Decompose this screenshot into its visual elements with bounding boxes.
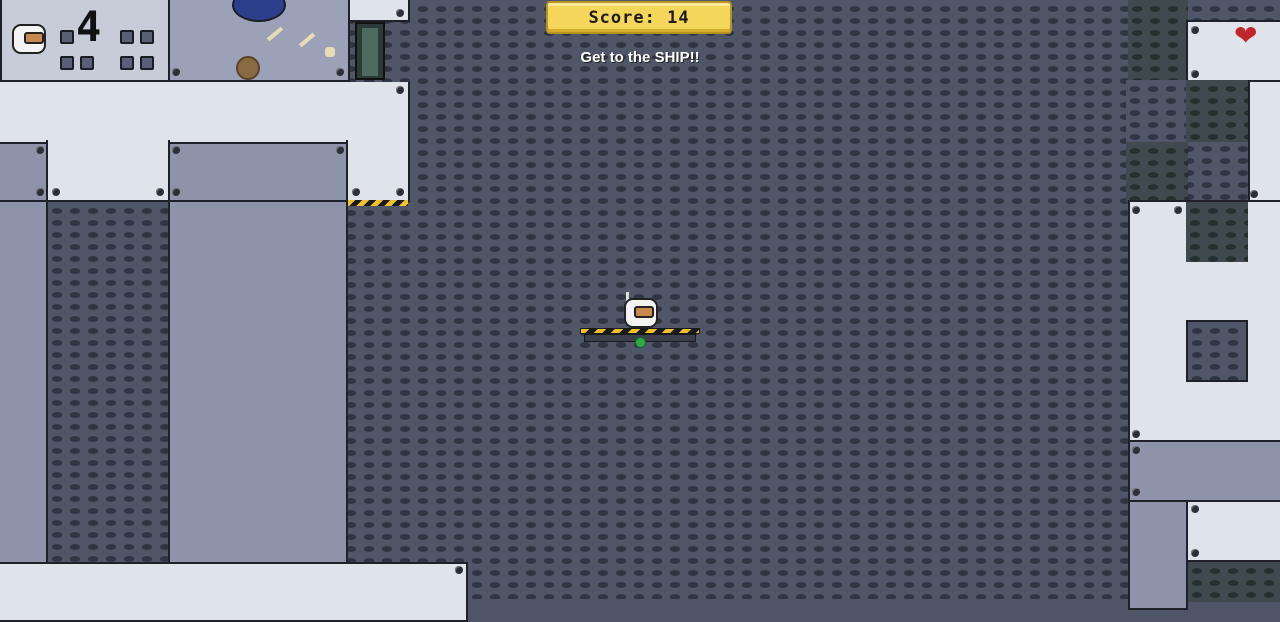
right-dark-wave-top — [1128, 0, 1188, 80]
bolt — [336, 68, 344, 76]
bolt — [172, 68, 180, 76]
right-inset-dark-wave — [1186, 202, 1248, 262]
lives-counter: 4 — [76, 2, 102, 51]
bolt — [172, 188, 180, 196]
bolt — [455, 566, 463, 574]
window — [120, 56, 134, 70]
heart-icon: ❤ — [1234, 19, 1258, 52]
score-label: Score: 14 — [588, 7, 690, 28]
bolt — [36, 188, 44, 196]
objective-message: Get to the SHIP!! — [580, 49, 700, 66]
window — [140, 56, 154, 70]
window — [120, 30, 134, 44]
mid-dark-block — [168, 142, 348, 202]
bolt — [156, 188, 164, 196]
bolt — [352, 188, 360, 196]
score-banner: Score: 14 — [546, 1, 732, 34]
window — [60, 56, 74, 70]
right-bottom-panel — [1186, 500, 1280, 562]
bottom-floor — [0, 562, 468, 622]
bolt — [336, 146, 344, 154]
right-dark-wave-low — [1126, 142, 1188, 202]
upper-light-ledge — [0, 82, 410, 144]
bolt — [36, 146, 44, 154]
right-bottom-dark-wave — [1188, 562, 1280, 602]
visor-face — [634, 306, 654, 318]
bolt — [172, 146, 180, 154]
floating-platform — [580, 328, 700, 348]
bolt — [1191, 70, 1199, 78]
bolt — [1191, 26, 1199, 34]
skull-decoration — [325, 47, 335, 57]
right-inset-window — [1186, 320, 1248, 382]
rock-decoration — [236, 56, 260, 80]
bolt — [1174, 206, 1182, 214]
right-light-strip — [1248, 80, 1280, 202]
bolt — [52, 188, 60, 196]
window — [80, 56, 94, 70]
center-left-wall — [168, 200, 348, 564]
right-lower-column — [1128, 500, 1188, 610]
window — [60, 30, 74, 44]
left-wave-column — [48, 202, 168, 562]
window — [140, 30, 154, 44]
hazard-stripe — [348, 200, 408, 206]
left-wall-column — [0, 200, 48, 564]
bolt — [396, 86, 404, 94]
bolt — [1132, 446, 1140, 454]
door-terminal — [355, 22, 385, 80]
bolt — [1132, 430, 1140, 438]
right-dark-wave-mid — [1186, 80, 1248, 142]
astronaut-lives-icon — [10, 22, 50, 56]
bolt — [1132, 488, 1140, 496]
platform-green-light — [635, 337, 646, 348]
bolt — [1250, 190, 1258, 198]
bolt — [396, 9, 404, 17]
bolt — [1191, 549, 1199, 557]
astronaut-player[interactable] — [620, 292, 660, 330]
right-dark-bar — [1128, 440, 1280, 502]
light-pillar-left — [46, 140, 170, 202]
right-top-panel — [1186, 20, 1280, 82]
bolt — [1191, 505, 1199, 513]
bolt — [1132, 206, 1140, 214]
bolt — [396, 188, 404, 196]
